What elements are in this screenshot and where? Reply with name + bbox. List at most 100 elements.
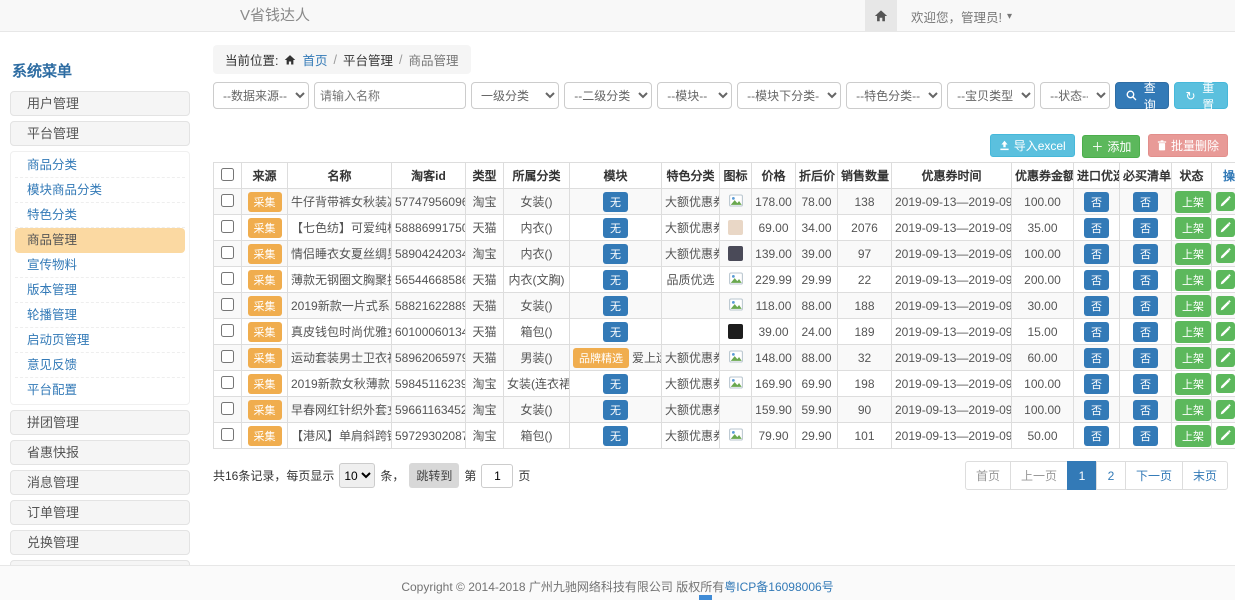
page-button-上一页[interactable]: 上一页 [1010, 461, 1068, 490]
jump-page-input[interactable] [481, 464, 513, 488]
row-checkbox[interactable] [221, 376, 234, 389]
breadcrumb-home-link[interactable]: 首页 [302, 50, 327, 69]
sidebar-item-用户管理[interactable]: 用户管理 [10, 91, 190, 116]
status-button[interactable]: 上架 [1175, 425, 1211, 447]
status-button[interactable]: 上架 [1175, 373, 1211, 395]
sidebar-item-宣传物料[interactable]: 宣传物料 [15, 253, 185, 278]
row-checkbox[interactable] [221, 246, 234, 259]
must-buy-toggle[interactable]: 否 [1133, 296, 1158, 316]
status-button[interactable]: 上架 [1175, 295, 1211, 317]
import-excel-button[interactable]: 导入excel [990, 134, 1075, 157]
must-buy-toggle[interactable]: 否 [1133, 374, 1158, 394]
must-buy-toggle[interactable]: 否 [1133, 218, 1158, 238]
page-button-1[interactable]: 1 [1067, 461, 1097, 490]
data-source-select[interactable]: --数据来源-- [213, 82, 309, 109]
level1-category-select[interactable]: 一级分类 [471, 82, 559, 109]
home-button[interactable] [865, 0, 897, 32]
row-checkbox[interactable] [221, 428, 234, 441]
select-all-checkbox[interactable] [221, 168, 234, 181]
must-buy-toggle[interactable]: 否 [1133, 322, 1158, 342]
imported-toggle[interactable]: 否 [1084, 348, 1109, 368]
page-button-末页[interactable]: 末页 [1182, 461, 1228, 490]
row-checkbox[interactable] [221, 272, 234, 285]
row-checkbox[interactable] [221, 194, 234, 207]
row-checkbox[interactable] [221, 402, 234, 415]
imported-toggle[interactable]: 否 [1084, 374, 1109, 394]
batch-delete-button[interactable]: 批量删除 [1148, 134, 1228, 157]
sidebar-item-特色分类[interactable]: 特色分类 [15, 203, 185, 228]
edit-button[interactable] [1216, 374, 1235, 393]
sidebar-item-模块商品分类[interactable]: 模块商品分类 [15, 178, 185, 203]
sidebar-item-版本管理[interactable]: 版本管理 [15, 278, 185, 303]
sidebar-item-轮播管理[interactable]: 轮播管理 [15, 303, 185, 328]
item-type-select[interactable]: --宝贝类型-- [947, 82, 1035, 109]
module-badge[interactable]: 无 [603, 192, 628, 212]
sidebar-item-消息管理[interactable]: 消息管理 [10, 470, 190, 495]
row-checkbox[interactable] [221, 298, 234, 311]
imported-toggle[interactable]: 否 [1084, 400, 1109, 420]
reset-button[interactable]: ↻ 重置 [1174, 82, 1228, 109]
icp-link[interactable]: 粤ICP备16098006号 [724, 580, 833, 594]
module-badge[interactable]: 品牌精选 [573, 348, 629, 368]
jump-to-button[interactable]: 跳转到 [409, 463, 459, 488]
module-badge[interactable]: 无 [603, 244, 628, 264]
edit-button[interactable] [1216, 322, 1235, 341]
edit-button[interactable] [1216, 218, 1235, 237]
must-buy-toggle[interactable]: 否 [1133, 400, 1158, 420]
must-buy-toggle[interactable]: 否 [1133, 426, 1158, 446]
edit-button[interactable] [1216, 426, 1235, 445]
edit-button[interactable] [1216, 296, 1235, 315]
must-buy-toggle[interactable]: 否 [1133, 348, 1158, 368]
sidebar-item-订单管理[interactable]: 订单管理 [10, 500, 190, 525]
module-badge[interactable]: 无 [603, 322, 628, 342]
edit-button[interactable] [1216, 270, 1235, 289]
user-menu[interactable]: 欢迎您，管理员! ▾ [897, 0, 1026, 32]
page-button-下一页[interactable]: 下一页 [1125, 461, 1183, 490]
must-buy-toggle[interactable]: 否 [1133, 244, 1158, 264]
sidebar-item-拼团管理[interactable]: 拼团管理 [10, 410, 190, 435]
edit-button[interactable] [1216, 348, 1235, 367]
sidebar-item-商品分类[interactable]: 商品分类 [15, 153, 185, 178]
module-badge[interactable]: 无 [603, 374, 628, 394]
sidebar-item-平台管理[interactable]: 平台管理 [10, 121, 190, 146]
status-button[interactable]: 上架 [1175, 321, 1211, 343]
must-buy-toggle[interactable]: 否 [1133, 270, 1158, 290]
edit-button[interactable] [1216, 400, 1235, 419]
must-buy-toggle[interactable]: 否 [1133, 192, 1158, 212]
edit-button[interactable] [1216, 244, 1235, 263]
row-checkbox[interactable] [221, 220, 234, 233]
sidebar-item-兑换管理[interactable]: 兑换管理 [10, 530, 190, 555]
page-button-2[interactable]: 2 [1096, 461, 1126, 490]
status-button[interactable]: 上架 [1175, 347, 1211, 369]
status-button[interactable]: 上架 [1175, 217, 1211, 239]
edit-button[interactable] [1216, 192, 1235, 211]
status-button[interactable]: 上架 [1175, 243, 1211, 265]
sidebar-item-意见反馈[interactable]: 意见反馈 [15, 353, 185, 378]
imported-toggle[interactable]: 否 [1084, 192, 1109, 212]
sidebar-item-省惠快报[interactable]: 省惠快报 [10, 440, 190, 465]
status-button[interactable]: 上架 [1175, 191, 1211, 213]
row-checkbox[interactable] [221, 350, 234, 363]
status-button[interactable]: 上架 [1175, 269, 1211, 291]
search-button[interactable]: 查询 [1115, 82, 1169, 109]
imported-toggle[interactable]: 否 [1084, 322, 1109, 342]
module-badge[interactable]: 无 [603, 218, 628, 238]
imported-toggle[interactable]: 否 [1084, 218, 1109, 238]
imported-toggle[interactable]: 否 [1084, 270, 1109, 290]
imported-toggle[interactable]: 否 [1084, 426, 1109, 446]
module-select[interactable]: --模块-- [657, 82, 732, 109]
sidebar-item-平台配置[interactable]: 平台配置 [15, 378, 185, 403]
page-button-首页[interactable]: 首页 [965, 461, 1011, 490]
feature-category-select[interactable]: --特色分类-- [846, 82, 942, 109]
row-checkbox[interactable] [221, 324, 234, 337]
module-badge[interactable]: 无 [603, 296, 628, 316]
status-select[interactable]: --状态-- [1040, 82, 1110, 109]
sidebar-item-商品管理[interactable]: 商品管理 [15, 228, 185, 253]
imported-toggle[interactable]: 否 [1084, 296, 1109, 316]
module-subcategory-select[interactable]: --模块下分类-- [737, 82, 841, 109]
module-badge[interactable]: 无 [603, 426, 628, 446]
sidebar-item-启动页管理[interactable]: 启动页管理 [15, 328, 185, 353]
module-badge[interactable]: 无 [603, 270, 628, 290]
imported-toggle[interactable]: 否 [1084, 244, 1109, 264]
level2-category-select[interactable]: --二级分类-- [564, 82, 652, 109]
